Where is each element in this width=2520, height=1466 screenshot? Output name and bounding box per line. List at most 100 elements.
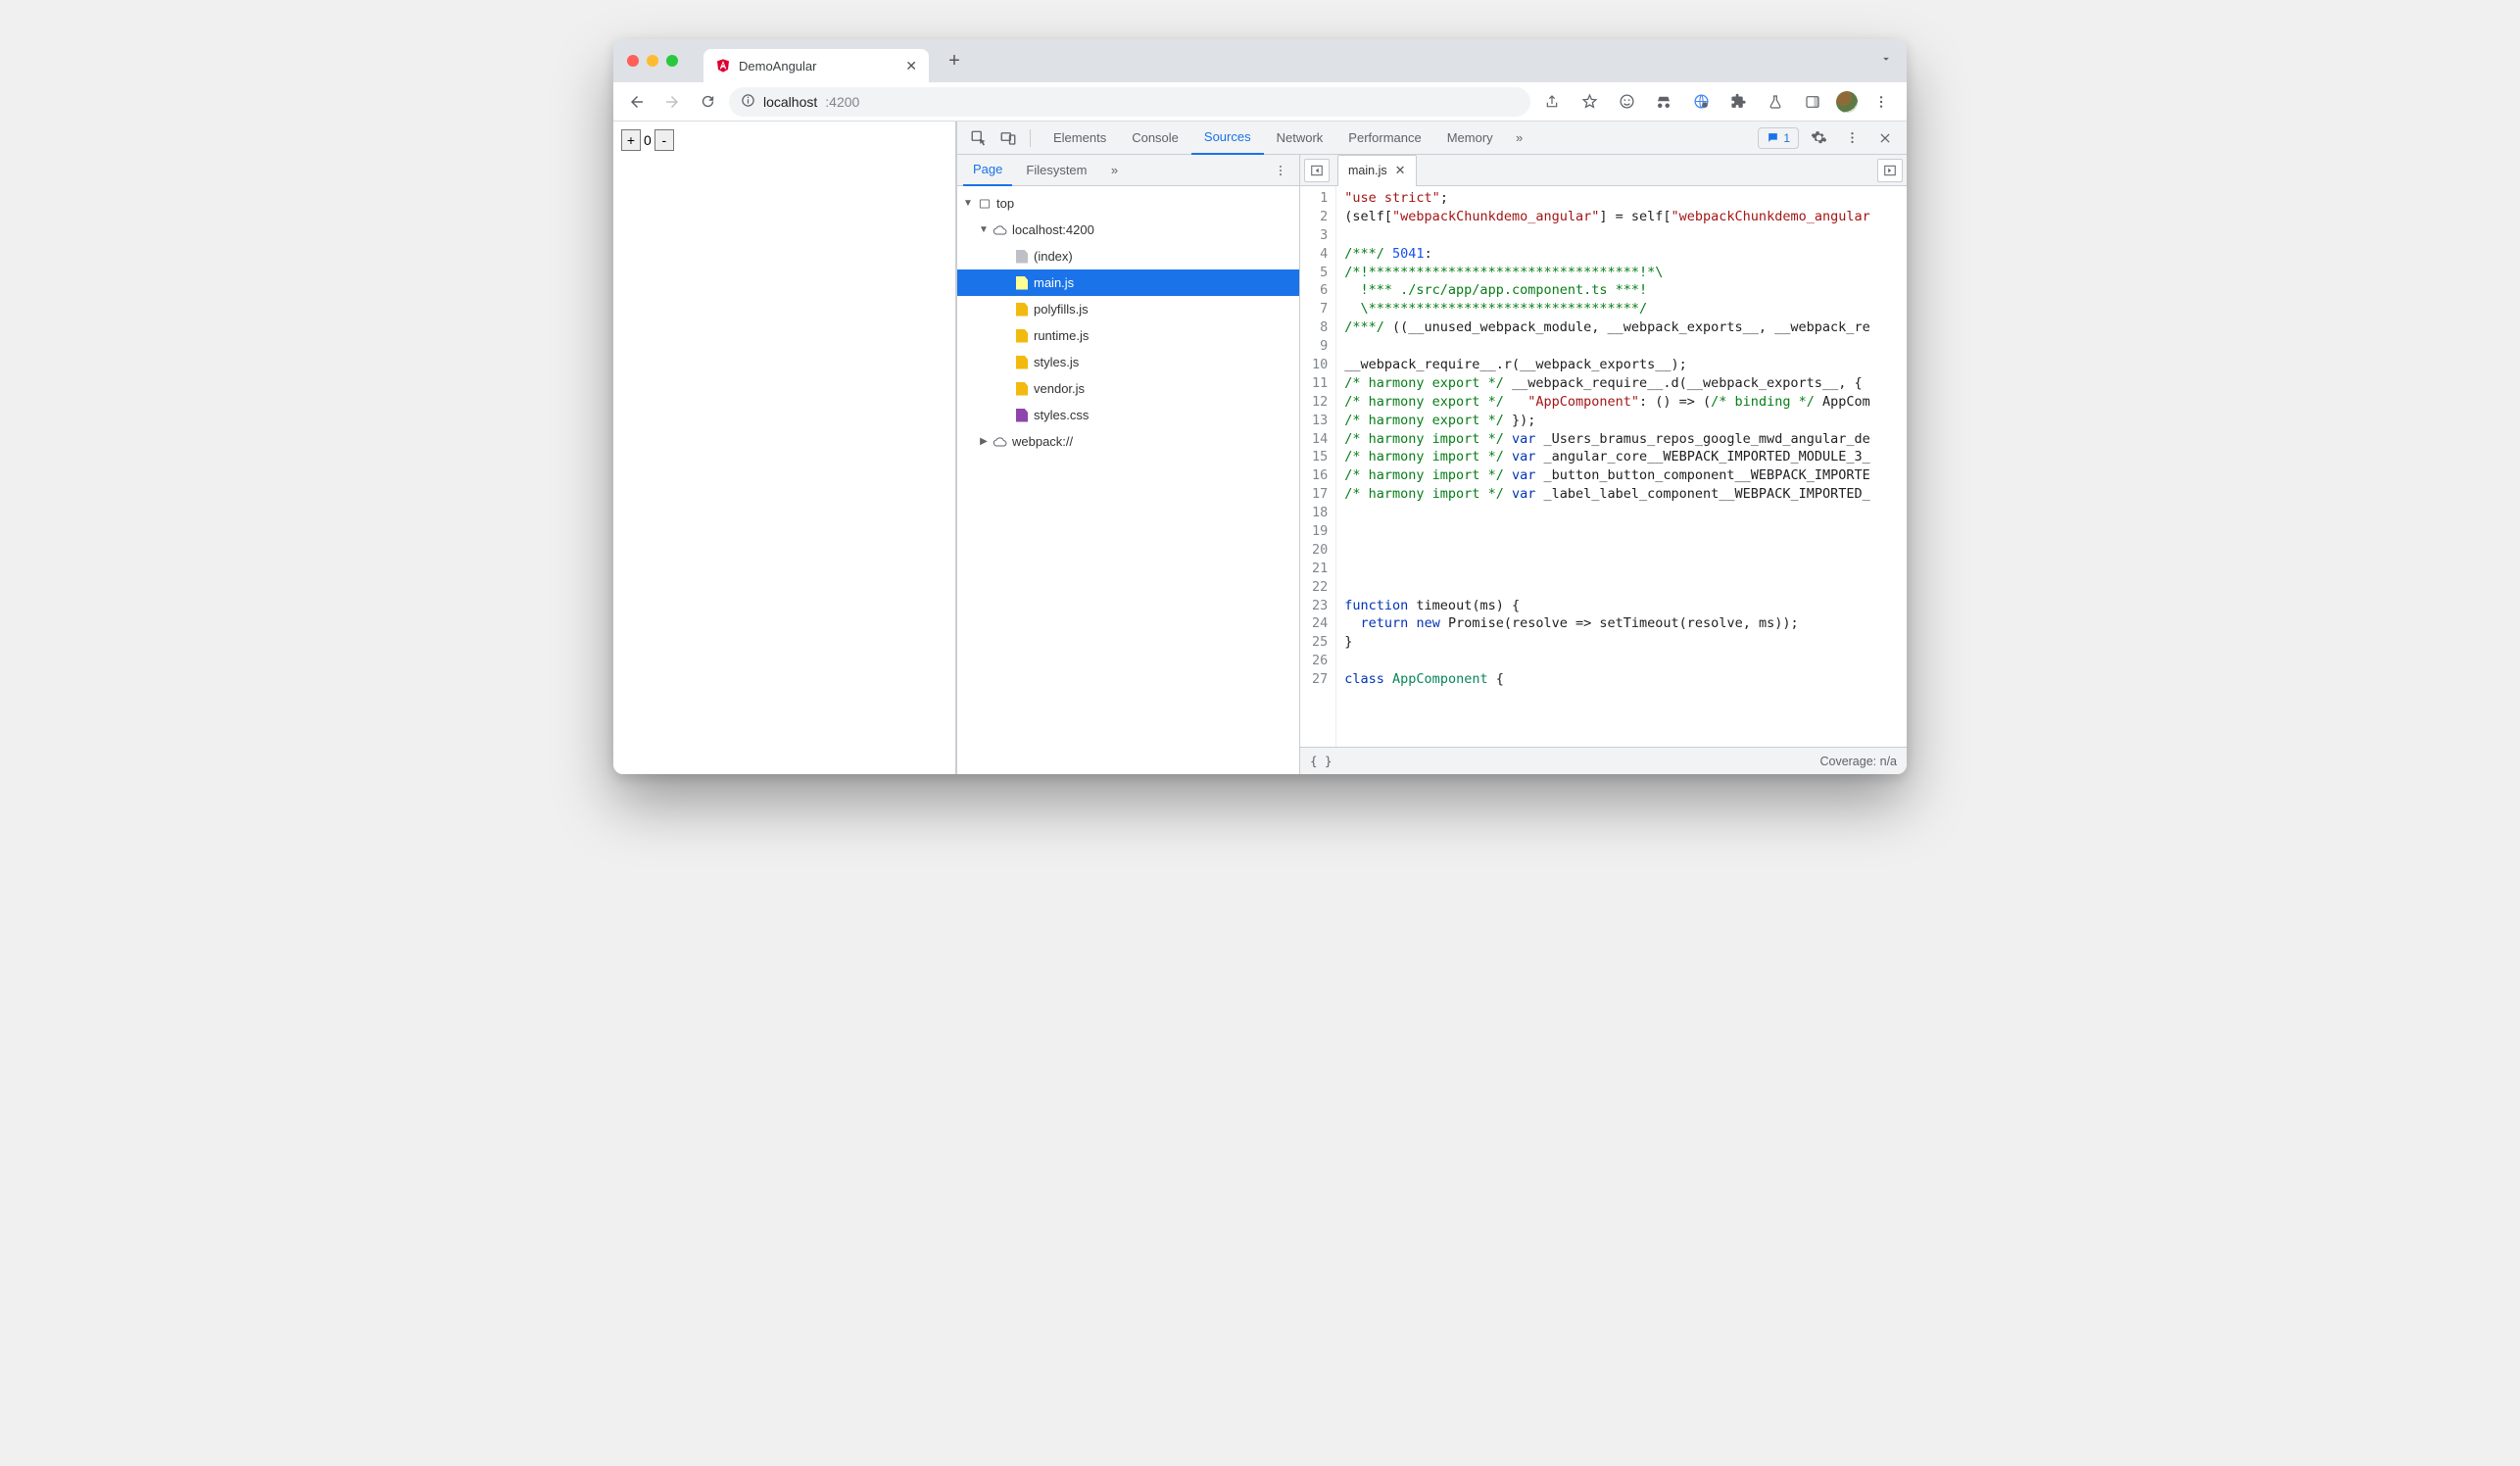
editor-tab-label: main.js — [1348, 164, 1387, 177]
code-lines: "use strict";(self["webpackChunkdemo_ang… — [1336, 186, 1907, 747]
tree-file[interactable]: vendor.js — [957, 375, 1299, 402]
tree-file[interactable]: runtime.js — [957, 322, 1299, 349]
close-tab-icon[interactable]: ✕ — [905, 58, 917, 74]
js-file-icon — [1014, 328, 1030, 344]
tree-file-label: main.js — [1034, 275, 1074, 290]
bookmark-star-icon[interactable] — [1575, 88, 1603, 116]
forward-button[interactable] — [658, 88, 686, 116]
coverage-status: Coverage: n/a — [1819, 755, 1897, 768]
new-tab-button[interactable]: + — [941, 47, 968, 74]
omnibox[interactable]: localhost :4200 — [729, 87, 1530, 117]
counter-widget: + 0 - — [621, 129, 947, 151]
close-window-button[interactable] — [627, 55, 639, 67]
tree-top-frame[interactable]: ▼ top — [957, 190, 1299, 217]
devtools-body: Page Filesystem » ▼ top — [957, 155, 1907, 774]
more-tabs-icon[interactable]: » — [1506, 124, 1533, 152]
js-file-icon — [1014, 302, 1030, 318]
device-toolbar-icon[interactable] — [994, 124, 1022, 152]
toggle-debugger-icon[interactable] — [1877, 159, 1903, 182]
tab-title: DemoAngular — [739, 59, 817, 73]
frame-icon — [977, 196, 993, 212]
js-file-icon — [1014, 355, 1030, 370]
tree-file-label: styles.css — [1034, 408, 1089, 422]
window-controls — [627, 55, 678, 67]
url-port: :4200 — [825, 94, 859, 110]
share-icon[interactable] — [1538, 88, 1566, 116]
js-file-icon — [1014, 381, 1030, 397]
increment-button[interactable]: + — [621, 129, 641, 151]
tab-network[interactable]: Network — [1264, 122, 1336, 155]
inspect-element-icon[interactable] — [965, 124, 993, 152]
tree-file[interactable]: polyfills.js — [957, 296, 1299, 322]
editor-tab-mainjs[interactable]: main.js ✕ — [1337, 155, 1417, 186]
devtools-panel: Elements Console Sources Network Perform… — [956, 122, 1907, 774]
minimize-window-button[interactable] — [647, 55, 658, 67]
toolbar-right — [1538, 88, 1897, 116]
nav-tab-filesystem[interactable]: Filesystem — [1016, 155, 1096, 186]
tree-file-label: runtime.js — [1034, 328, 1089, 343]
tree-label: top — [996, 196, 1014, 211]
tree-file-label: styles.js — [1034, 355, 1079, 369]
issues-count: 1 — [1783, 131, 1790, 145]
sources-navigator: Page Filesystem » ▼ top — [957, 155, 1300, 774]
tab-sources[interactable]: Sources — [1191, 122, 1264, 155]
url-host: localhost — [763, 94, 817, 110]
nav-more-tabs-icon[interactable]: » — [1101, 157, 1129, 184]
tree-webpack[interactable]: ▶ webpack:// — [957, 428, 1299, 455]
editor-tabstrip: main.js ✕ — [1300, 155, 1907, 186]
chrome-menu-icon[interactable] — [1867, 88, 1895, 116]
navigator-tabs: Page Filesystem » — [957, 155, 1299, 186]
css-file-icon — [1014, 408, 1030, 423]
extensions-puzzle-icon[interactable] — [1724, 88, 1752, 116]
incognito-icon[interactable] — [1650, 88, 1677, 116]
tree-file[interactable]: main.js — [957, 269, 1299, 296]
tree-file[interactable]: styles.js — [957, 349, 1299, 375]
close-devtools-icon[interactable] — [1871, 124, 1899, 152]
browser-tab[interactable]: DemoAngular ✕ — [703, 49, 929, 82]
tab-performance[interactable]: Performance — [1335, 122, 1433, 155]
extension-globe-icon[interactable] — [1687, 88, 1715, 116]
reload-button[interactable] — [694, 88, 721, 116]
nav-tab-page[interactable]: Page — [963, 155, 1012, 186]
address-bar: localhost :4200 — [613, 82, 1907, 122]
decrement-button[interactable]: - — [654, 129, 674, 151]
tab-console[interactable]: Console — [1119, 122, 1191, 155]
line-gutter: 1234567891011121314151617181920212223242… — [1300, 186, 1336, 747]
tree-file-label: (index) — [1034, 249, 1073, 264]
site-info-icon[interactable] — [741, 93, 755, 111]
tree-file-label: polyfills.js — [1034, 302, 1089, 317]
code-viewport[interactable]: 1234567891011121314151617181920212223242… — [1300, 186, 1907, 747]
source-editor: main.js ✕ 123456789101112131415161718192… — [1300, 155, 1907, 774]
issues-badge[interactable]: 1 — [1758, 127, 1799, 149]
tree-file-label: vendor.js — [1034, 381, 1085, 396]
toggle-navigator-icon[interactable] — [1304, 159, 1330, 182]
cloud-icon — [993, 434, 1008, 450]
sidepanel-icon[interactable] — [1799, 88, 1826, 116]
tree-origin[interactable]: ▼ localhost:4200 — [957, 217, 1299, 243]
labs-flask-icon[interactable] — [1762, 88, 1789, 116]
devtools-toolbar: Elements Console Sources Network Perform… — [957, 122, 1907, 155]
settings-gear-icon[interactable] — [1805, 124, 1832, 152]
devtools-menu-icon[interactable] — [1838, 124, 1866, 152]
chrome-window: DemoAngular ✕ + localhost :4200 — [613, 39, 1907, 774]
tab-elements[interactable]: Elements — [1041, 122, 1119, 155]
close-editor-tab-icon[interactable]: ✕ — [1395, 163, 1406, 178]
angular-favicon-icon — [715, 58, 731, 73]
tree-label: webpack:// — [1012, 434, 1073, 449]
profile-avatar[interactable] — [1836, 91, 1858, 113]
file-tree[interactable]: ▼ top ▼ localhost:4200 (index) main.js pol… — [957, 186, 1299, 774]
rendered-page: + 0 - — [613, 122, 956, 774]
extension-face-icon[interactable] — [1613, 88, 1640, 116]
maximize-window-button[interactable] — [666, 55, 678, 67]
devtools-tabs: Elements Console Sources Network Perform… — [1041, 122, 1533, 155]
tab-memory[interactable]: Memory — [1434, 122, 1506, 155]
tree-file[interactable]: styles.css — [957, 402, 1299, 428]
content-area: + 0 - Elements Console — [613, 122, 1907, 774]
pretty-print-icon[interactable]: { } — [1310, 754, 1333, 768]
counter-value: 0 — [641, 132, 654, 148]
tree-label: localhost:4200 — [1012, 222, 1094, 237]
tree-file[interactable]: (index) — [957, 243, 1299, 269]
back-button[interactable] — [623, 88, 651, 116]
navigator-menu-icon[interactable] — [1268, 157, 1293, 184]
tabstrip-dropdown-icon[interactable] — [1879, 52, 1907, 71]
